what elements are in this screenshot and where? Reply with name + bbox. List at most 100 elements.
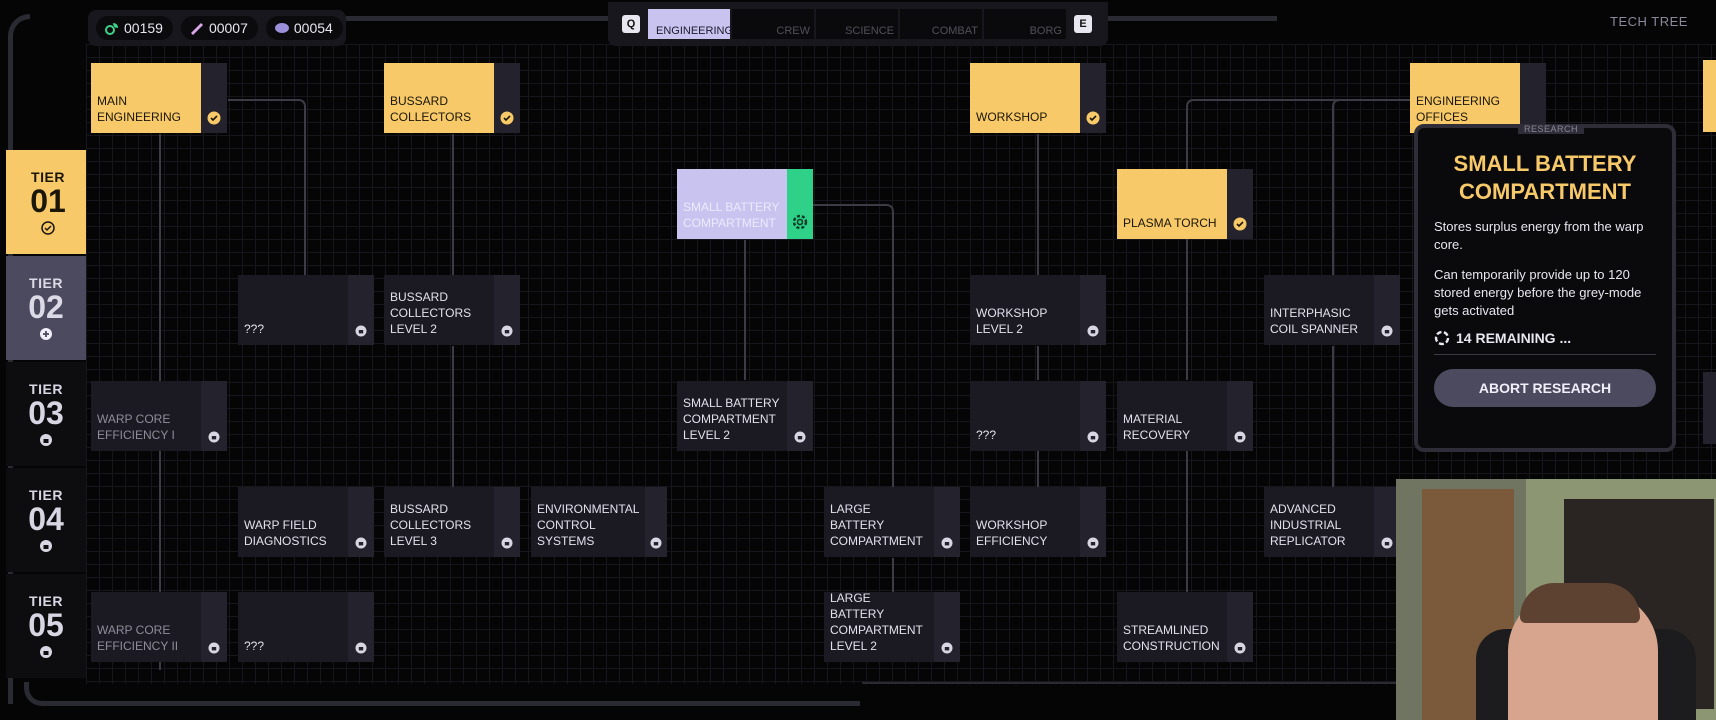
tech-node-label: BUSSARD COLLECTORS LEVEL 3 xyxy=(384,487,494,557)
check-icon xyxy=(1233,217,1247,231)
resource-research: 00054 xyxy=(265,16,343,40)
tech-node-label: ENGINEERING OFFICES xyxy=(1410,63,1520,133)
tech-node-status xyxy=(1080,381,1106,451)
tech-node-label: WORKSHOP LEVEL 2 xyxy=(970,275,1080,345)
tech-node-partial[interactable] xyxy=(1703,372,1716,444)
tech-node-bussard-2[interactable]: BUSSARD COLLECTORS LEVEL 2 xyxy=(384,275,520,345)
tech-node-small-battery-2[interactable]: SMALL BATTERY COMPARTMENT LEVEL 2 xyxy=(677,381,813,451)
tech-node-env-control[interactable]: ENVIRONMENTAL CONTROL SYSTEMS xyxy=(531,487,667,557)
tech-node-bussard-3[interactable]: BUSSARD COLLECTORS LEVEL 3 xyxy=(384,487,520,557)
brain-icon xyxy=(274,23,289,33)
tech-node-warp-core-2[interactable]: WARP CORE EFFICIENCY II xyxy=(91,592,227,662)
tech-node-status xyxy=(201,63,227,133)
lock-icon xyxy=(650,537,662,549)
tech-node-small-battery[interactable]: SMALL BATTERY COMPARTMENT xyxy=(677,169,813,239)
tech-node-label: BUSSARD COLLECTORS xyxy=(384,63,494,133)
tier-number: 04 xyxy=(28,501,64,537)
tier-4[interactable]: TIER 04 xyxy=(6,468,86,572)
tech-node-status xyxy=(1374,275,1400,345)
tech-node-large-battery-2[interactable]: LARGE BATTERY COMPARTMENT LEVEL 2 xyxy=(824,591,960,662)
resource-bar: 00159 00007 00054 xyxy=(88,10,346,46)
tech-node-unknown[interactable]: ??? xyxy=(238,592,374,662)
gear-leaf-icon xyxy=(105,23,118,35)
tech-node-status xyxy=(934,592,960,662)
tech-node-large-battery[interactable]: LARGE BATTERY COMPARTMENT xyxy=(824,487,960,557)
tech-node-partial[interactable] xyxy=(1703,60,1716,132)
tech-node-label: STREAMLINED CONSTRUCTION xyxy=(1117,592,1227,662)
tier-number: 01 xyxy=(30,183,66,219)
panel-description: Stores surplus energy from the warp core… xyxy=(1434,219,1644,252)
screen-title: TECH TREE xyxy=(1610,14,1688,29)
tech-node-label: SMALL BATTERY COMPARTMENT LEVEL 2 xyxy=(677,381,787,451)
abort-research-button[interactable]: ABORT RESEARCH xyxy=(1434,369,1656,407)
lock-icon xyxy=(501,325,513,337)
lock-icon xyxy=(1087,325,1099,337)
tech-node-unknown[interactable]: ??? xyxy=(238,275,374,345)
check-icon xyxy=(207,111,221,125)
gear-icon xyxy=(792,214,808,230)
frame-bottom-right xyxy=(862,682,1402,708)
check-icon xyxy=(1086,111,1100,125)
tech-node-label: MATERIAL RECOVERY xyxy=(1117,381,1227,451)
lock-icon xyxy=(1381,325,1393,337)
panel-title: SMALL BATTERY COMPARTMENT xyxy=(1453,151,1637,204)
tab-borg[interactable]: BORG xyxy=(984,9,1066,39)
tech-node-label: BUSSARD COLLECTORS LEVEL 2 xyxy=(384,275,494,345)
lock-icon xyxy=(1234,642,1246,654)
tech-node-label: WORKSHOP xyxy=(970,63,1080,133)
tech-node-workshop-efficiency[interactable]: WORKSHOP EFFICIENCY xyxy=(970,487,1106,557)
tech-node-label: WARP CORE EFFICIENCY I xyxy=(91,381,201,451)
tab-combat[interactable]: COMBAT xyxy=(900,9,982,39)
tech-node-status xyxy=(787,169,813,239)
tier-2[interactable]: TIER 02 xyxy=(6,256,86,360)
lock-icon xyxy=(40,646,52,658)
tech-node-interphasic[interactable]: INTERPHASIC COIL SPANNER xyxy=(1264,275,1400,345)
tech-node-status xyxy=(494,63,520,133)
tab-engineering[interactable]: ENGINEERING xyxy=(648,9,733,39)
tech-node-workshop[interactable]: WORKSHOP xyxy=(970,63,1106,133)
remaining-text: 14 REMAINING ... xyxy=(1456,330,1572,346)
tech-node-engineering-offices[interactable]: ENGINEERING OFFICES xyxy=(1410,63,1546,133)
lock-icon xyxy=(208,431,220,443)
tech-node-label: WORKSHOP EFFICIENCY xyxy=(970,487,1080,557)
tech-node-status xyxy=(494,275,520,345)
tech-node-label: SMALL BATTERY COMPARTMENT xyxy=(677,169,787,239)
resource-energy: 00159 xyxy=(96,16,173,40)
lock-icon xyxy=(1381,537,1393,549)
lock-icon xyxy=(1087,431,1099,443)
tech-node-material-recovery[interactable]: MATERIAL RECOVERY xyxy=(1117,381,1253,451)
tech-node-label: ADVANCED INDUSTRIAL REPLICATOR xyxy=(1264,487,1374,557)
tech-node-label: MAIN ENGINEERING xyxy=(91,63,201,133)
tier-1[interactable]: TIER 01 xyxy=(6,150,86,254)
tech-node-warp-core-1[interactable]: WARP CORE EFFICIENCY I xyxy=(91,381,227,451)
tab-science[interactable]: SCIENCE xyxy=(816,9,898,39)
prev-tab-key[interactable]: Q xyxy=(622,15,640,33)
tech-node-label: PLASMA TORCH xyxy=(1117,169,1227,239)
webcam-hair xyxy=(1520,583,1640,623)
tech-node-bussard-collectors[interactable]: BUSSARD COLLECTORS xyxy=(384,63,520,133)
lock-icon xyxy=(1087,537,1099,549)
tech-node-warp-field[interactable]: WARP FIELD DIAGNOSTICS xyxy=(238,487,374,557)
resource-crystal: 00007 xyxy=(180,16,258,40)
tech-node-workshop-2[interactable]: WORKSHOP LEVEL 2 xyxy=(970,275,1106,345)
tech-node-status xyxy=(1227,169,1253,239)
tech-node-unknown[interactable]: ??? xyxy=(970,381,1106,451)
tech-node-status xyxy=(1227,381,1253,451)
next-tab-key[interactable]: E xyxy=(1074,15,1092,33)
tab-label: BORG xyxy=(1029,25,1062,37)
lock-icon xyxy=(941,537,953,549)
tech-node-status xyxy=(934,487,960,557)
tech-node-main-engineering[interactable]: MAIN ENGINEERING xyxy=(91,63,227,133)
tier-5[interactable]: TIER 05 xyxy=(6,574,86,678)
tech-node-status xyxy=(1080,63,1106,133)
tech-node-label: WARP CORE EFFICIENCY II xyxy=(91,592,201,662)
tab-label: COMBAT xyxy=(931,25,978,37)
tab-crew[interactable]: CREW xyxy=(732,9,814,39)
tech-node-label: ??? xyxy=(238,592,348,662)
tech-node-advanced-replicator[interactable]: ADVANCED INDUSTRIAL REPLICATOR xyxy=(1264,487,1400,557)
resource-value: 00159 xyxy=(124,20,163,36)
tech-node-plasma-torch[interactable]: PLASMA TORCH xyxy=(1117,169,1253,239)
tech-node-streamlined[interactable]: STREAMLINED CONSTRUCTION xyxy=(1117,592,1253,662)
lock-icon xyxy=(1234,431,1246,443)
tier-3[interactable]: TIER 03 xyxy=(6,362,86,466)
